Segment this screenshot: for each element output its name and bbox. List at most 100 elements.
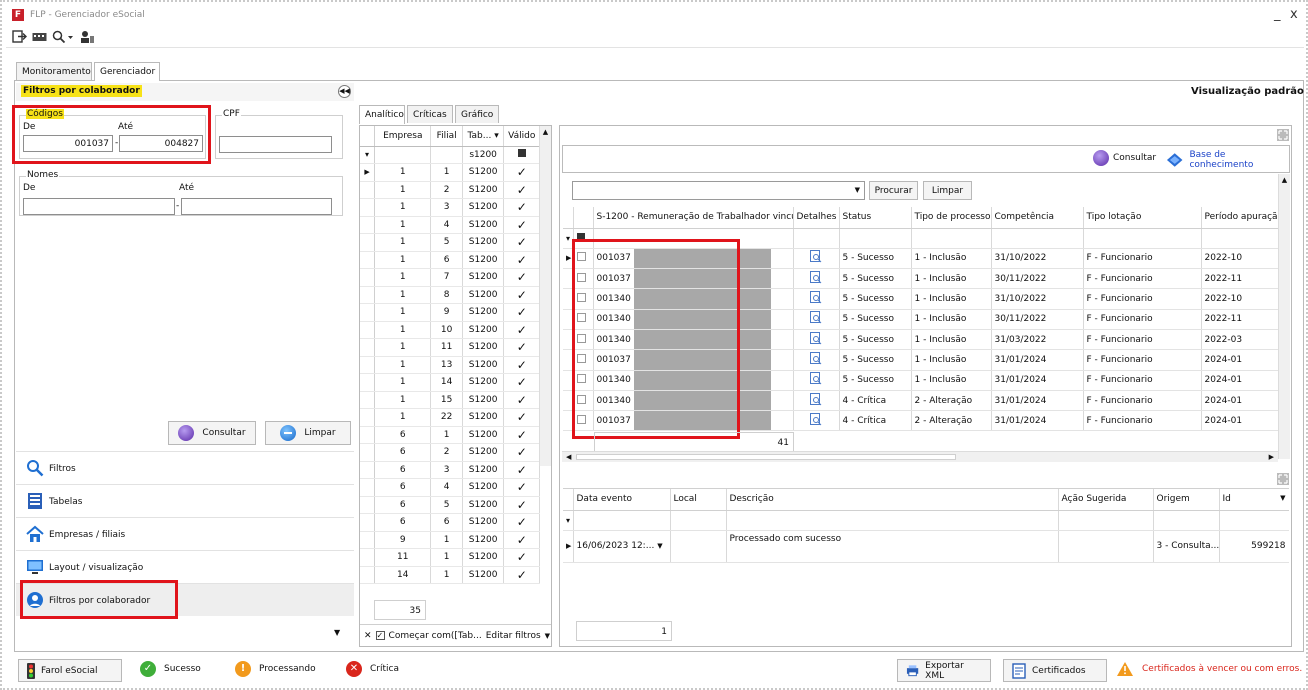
table-row[interactable]: 1 8 S1200 ✓ [360, 286, 540, 304]
table-row[interactable]: 1 4 S1200 ✓ [360, 216, 540, 234]
table-row[interactable]: 1 3 S1200 ✓ [360, 198, 540, 217]
farol-esocial-button[interactable]: Farol eSocial [18, 659, 122, 682]
table-row[interactable]: 1 2 S1200 ✓ [360, 181, 540, 199]
table-row[interactable]: 1 22 S1200 ✓ [360, 408, 540, 427]
nav-empresas[interactable]: Empresas / filiais [16, 517, 354, 550]
filter-checkbox[interactable]: ✓ [375, 631, 385, 640]
collapse-panel-icon[interactable]: ◀◀ [338, 85, 351, 98]
col-data-evento[interactable]: Data evento [573, 489, 671, 511]
col-origem[interactable]: Origem [1153, 489, 1220, 511]
nome-de-input[interactable] [23, 198, 175, 215]
details-icon[interactable] [793, 349, 840, 371]
table-row[interactable]: 6 3 S1200 ✓ [360, 461, 540, 479]
details-icon[interactable] [793, 309, 840, 330]
limpar-search-button[interactable]: Limpar [923, 181, 972, 200]
search-input[interactable]: ▼ [572, 181, 865, 200]
col-descricao[interactable]: Descrição [726, 489, 1059, 511]
limpar-button[interactable]: Limpar [265, 421, 351, 445]
filter-cell-tab[interactable]: s1200 [462, 146, 505, 164]
consultar-icon [178, 425, 195, 441]
table-row[interactable]: 1 7 S1200 ✓ [360, 268, 540, 287]
table-row[interactable]: 6 2 S1200 ✓ [360, 443, 540, 462]
col-valido[interactable]: Válido [503, 126, 540, 147]
details-icon[interactable] [793, 248, 840, 270]
details-icon[interactable] [793, 329, 840, 351]
table-row[interactable]: 1 9 S1200 ✓ [360, 303, 540, 322]
filial-cell: 9 [430, 303, 463, 322]
table-row[interactable]: 111S1200✓ [360, 548, 540, 567]
col-status[interactable]: Status [839, 207, 912, 229]
col-s1200[interactable]: S-1200 - Remuneração de Trabalhador vinc… [593, 207, 794, 229]
table-row[interactable]: 1 5 S1200 ✓ [360, 233, 540, 252]
horizontal-scrollbar[interactable]: ◀ ▶ [562, 451, 1278, 462]
col-filial[interactable]: Filial [430, 126, 463, 147]
cpf-input[interactable] [219, 136, 332, 153]
search-dropdown-icon[interactable] [52, 30, 74, 43]
col-id[interactable]: Id ▼ [1219, 489, 1289, 511]
nav-tabelas[interactable]: Tabelas [16, 484, 354, 517]
tab-analitico[interactable]: Analítico [359, 105, 405, 124]
filter-cell[interactable] [374, 146, 432, 164]
filter-cell[interactable] [430, 146, 463, 164]
nome-ate-input[interactable] [181, 198, 332, 215]
minimize-button[interactable]: _ [1274, 7, 1281, 22]
col-acao-sugerida[interactable]: Ação Sugerida [1058, 489, 1154, 511]
maximize-events-icon[interactable] [1277, 473, 1289, 485]
vertical-scrollbar[interactable]: ▲ [539, 126, 551, 466]
col-tipo-lotacao[interactable]: Tipo lotação [1083, 207, 1202, 229]
table-row[interactable]: 1 13 S1200 ✓ [360, 356, 540, 374]
exit-icon[interactable] [12, 30, 27, 43]
consultar-button[interactable]: Consultar [168, 421, 256, 445]
event-local [670, 530, 727, 563]
col-empresa[interactable]: Empresa [374, 126, 432, 147]
col-tipo-processo[interactable]: Tipo de processo [911, 207, 992, 229]
col-periodo-apuracao[interactable]: Período apuração [1201, 207, 1278, 229]
tab-gerenciador[interactable]: Gerenciador [94, 62, 160, 81]
users-icon[interactable] [80, 30, 95, 43]
details-icon[interactable] [793, 410, 840, 432]
col-local[interactable]: Local [670, 489, 727, 511]
table-row[interactable]: 6 5 S1200 ✓ [360, 496, 540, 514]
table-row[interactable]: 6 4 S1200 ✓ [360, 478, 540, 497]
table-row[interactable]: 1 6 S1200 ✓ [360, 251, 540, 269]
edit-filters-link[interactable]: Editar filtros [486, 631, 541, 641]
exportar-xml-button[interactable]: Exportar XML [897, 659, 991, 682]
nav-layout[interactable]: Layout / visualização [16, 550, 354, 583]
table-row[interactable]: 1 15 S1200 ✓ [360, 391, 540, 409]
tab-monitoramento[interactable]: Monitoramento [16, 62, 92, 80]
event-row[interactable]: ▶ 16/06/2023 12:... ▼ Processado com suc… [563, 530, 1289, 563]
procurar-button[interactable]: Procurar [869, 181, 918, 200]
row-indicator [360, 496, 376, 514]
col-tab[interactable]: Tab... ▾ [462, 126, 505, 147]
consultar-link[interactable]: Consultar [1093, 150, 1156, 166]
details-icon[interactable] [793, 390, 840, 412]
tab-criticas[interactable]: Críticas [407, 105, 453, 123]
tab-grafico[interactable]: Gráfico [455, 105, 499, 123]
filter-cell-valido[interactable] [503, 146, 540, 164]
col-competencia[interactable]: Competência [991, 207, 1084, 229]
clear-filter-icon[interactable]: ✕ [364, 631, 372, 641]
details-icon[interactable] [793, 288, 840, 310]
details-icon[interactable] [793, 370, 840, 391]
valido-check-icon: ✓ [503, 531, 540, 549]
maximize-icon[interactable] [1277, 129, 1289, 141]
close-button[interactable]: x [1290, 7, 1298, 22]
filter-dropdown-icon[interactable]: ▼ [545, 632, 550, 640]
base-conhecimento-link[interactable]: Base de conhecimento [1166, 150, 1289, 170]
keyboard-icon[interactable] [32, 30, 47, 43]
table-row[interactable]: 9 1 S1200 ✓ [360, 531, 540, 549]
table-row[interactable]: 1 14 S1200 ✓ [360, 373, 540, 392]
table-row[interactable]: 6 1 S1200 ✓ [360, 426, 540, 444]
table-row[interactable]: ▶ 1 1 S1200 ✓ [360, 163, 540, 182]
table-row[interactable]: 111S1200✓ [360, 338, 540, 357]
nav-filtros[interactable]: Filtros [16, 451, 354, 484]
col-detalhes[interactable]: Detalhes [793, 207, 840, 229]
table-row[interactable]: 6 6 S1200 ✓ [360, 513, 540, 532]
results-vertical-scrollbar[interactable]: ▲ [1278, 174, 1290, 459]
app-window: F FLP - Gerenciador eSocial _ x Monitora… [0, 0, 1308, 690]
table-row[interactable]: 14 1 S1200 ✓ [360, 566, 540, 584]
certificados-button[interactable]: Certificados [1003, 659, 1107, 682]
table-row[interactable]: 1 10 S1200 ✓ [360, 321, 540, 339]
details-icon[interactable] [793, 268, 840, 290]
nav-expand-icon[interactable]: ▼ [334, 628, 340, 637]
